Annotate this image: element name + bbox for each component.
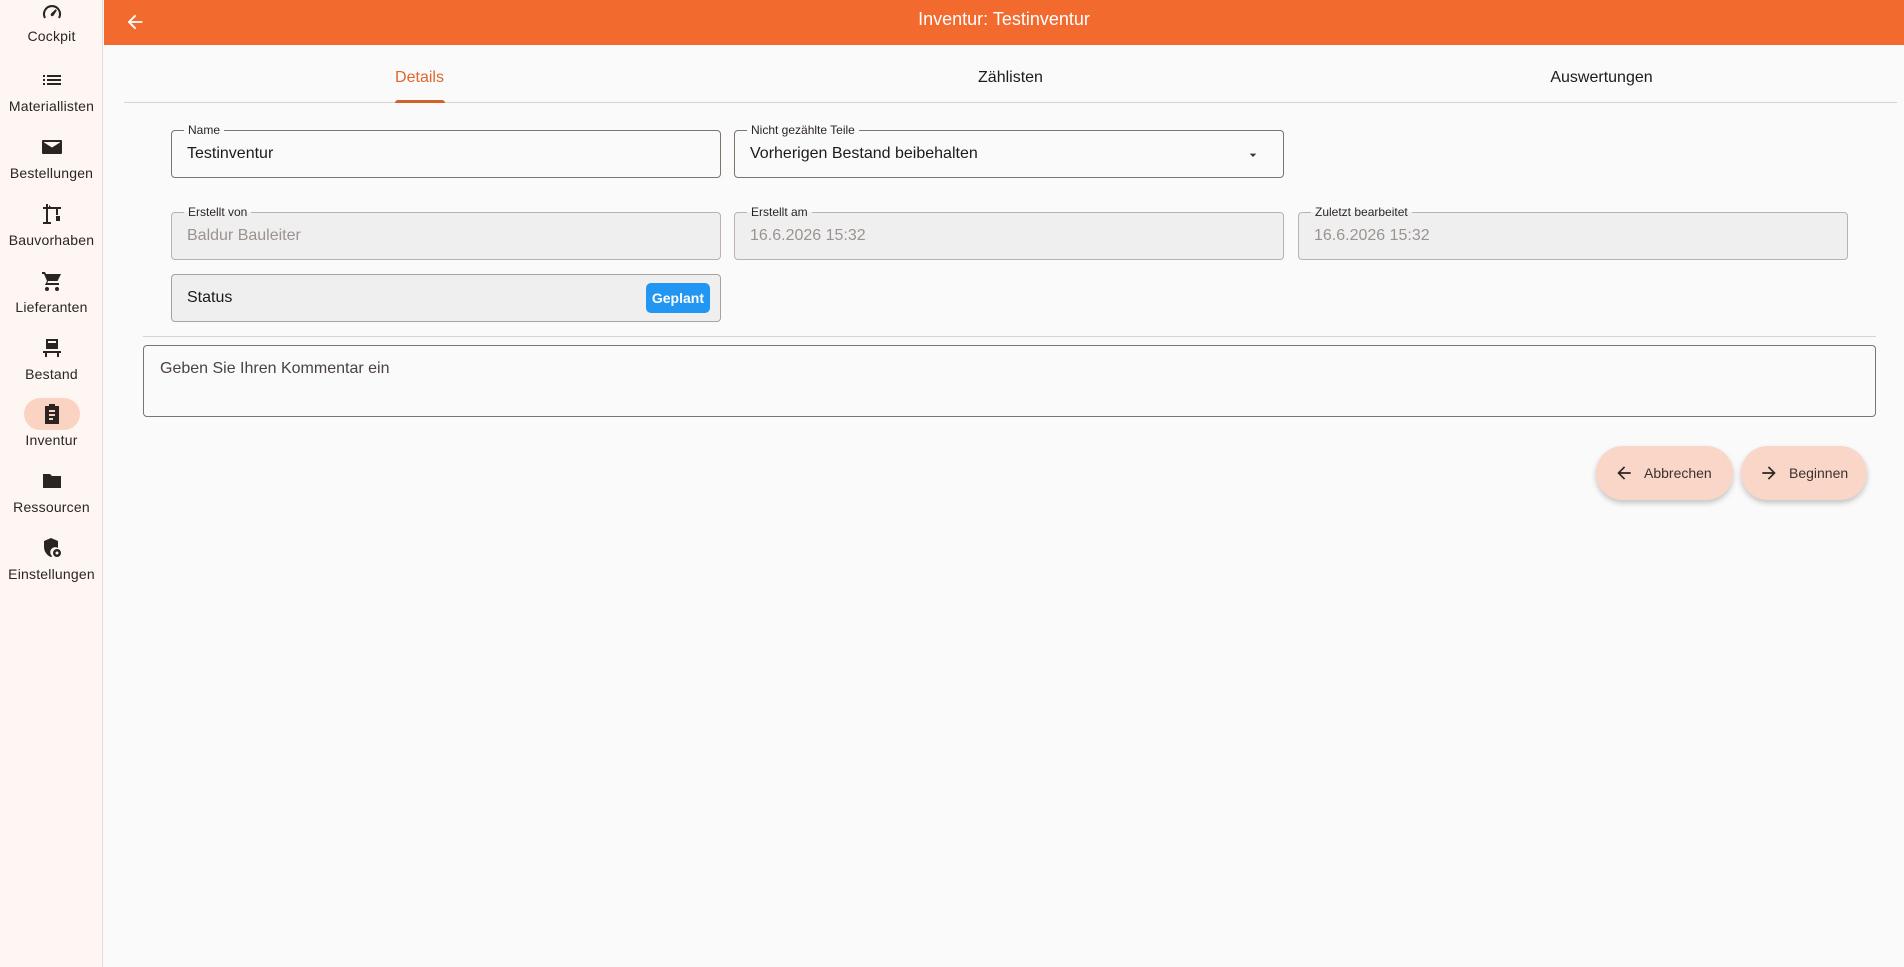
tab-label: Auswertungen: [1550, 69, 1653, 86]
field-value: Testinventur: [187, 145, 274, 162]
start-label: Beginnen: [1789, 465, 1849, 481]
shield-gear-icon: [24, 532, 80, 564]
nav-item-bestand[interactable]: Bestand: [0, 332, 103, 399]
arrow-left-icon: [1617, 466, 1631, 480]
comment-input[interactable]: Geben Sie Ihren Kommentar ein: [143, 345, 1876, 417]
name-field[interactable]: Name Testinventur: [171, 123, 721, 178]
field-label: Erstellt von: [184, 205, 252, 219]
page-title: Inventur: Testinventur: [918, 9, 1090, 29]
tab-label: Details: [395, 69, 444, 86]
tab-zaehlisten[interactable]: Zählisten: [715, 57, 1306, 102]
mail-icon: [24, 131, 80, 163]
cancel-button[interactable]: Abbrechen: [1596, 446, 1733, 500]
nav-item-inventur[interactable]: Inventur: [0, 398, 103, 465]
folder-icon: [24, 465, 80, 497]
field-label: Name: [184, 123, 225, 137]
nav-label: Bestand: [25, 366, 78, 382]
nav-label: Bestellungen: [9, 165, 94, 181]
nav-item-lieferanten[interactable]: Lieferanten: [0, 265, 103, 332]
uncounted-parts-select[interactable]: Nicht gezählte Teile Vorherigen Bestand …: [734, 123, 1284, 178]
field-value: 16.6.2026 15:32: [750, 227, 866, 244]
app-bar: Inventur: Testinventur: [104, 0, 1904, 45]
crane-icon: [24, 198, 80, 230]
nav-label: Ressourcen: [13, 499, 90, 515]
created-at-field: Erstellt am 16.6.2026 15:32: [734, 205, 1284, 260]
field-value: 16.6.2026 15:32: [1314, 227, 1430, 244]
status-field: Status Geplant: [171, 274, 721, 322]
field-value: Baldur Bauleiter: [187, 227, 301, 244]
field-value: Vorherigen Bestand beibehalten: [750, 145, 978, 162]
divider: [143, 336, 1876, 337]
arrow-right-icon: [1762, 466, 1776, 480]
tab-bar: Details Zählisten Auswertungen: [124, 57, 1897, 103]
pallet-icon: [24, 332, 80, 364]
nav-item-bestellungen[interactable]: Bestellungen: [0, 131, 103, 198]
nav-label: Lieferanten: [15, 299, 88, 315]
tab-details[interactable]: Details: [124, 57, 715, 103]
field-label: Erstellt am: [747, 205, 812, 219]
speedometer-icon: [24, 0, 80, 26]
nav-item-cockpit[interactable]: Cockpit: [0, 0, 103, 67]
tab-indicator: [394, 100, 445, 103]
cart-icon: [24, 265, 80, 297]
nav-item-materiallisten[interactable]: Materiallisten: [0, 64, 103, 131]
status-label: Status: [187, 289, 233, 306]
navigation-rail: Cockpit Materiallisten Bestellungen Bauv…: [0, 0, 103, 967]
nav-label: Einstellungen: [8, 566, 95, 582]
nav-item-einstellungen[interactable]: Einstellungen: [0, 532, 103, 599]
dropdown-arrow-icon: [1245, 147, 1261, 163]
field-label: Zuletzt bearbeitet: [1311, 205, 1412, 219]
tab-auswertungen[interactable]: Auswertungen: [1306, 57, 1897, 102]
tab-label: Zählisten: [978, 69, 1043, 86]
field-label: Nicht gezählte Teile: [747, 123, 859, 137]
nav-label: Cockpit: [27, 28, 76, 44]
nav-item-bauvorhaben[interactable]: Bauvorhaben: [0, 198, 103, 265]
nav-label: Materiallisten: [8, 98, 95, 114]
list-icon: [24, 64, 80, 96]
nav-label: Inventur: [25, 432, 78, 448]
start-button[interactable]: Beginnen: [1741, 446, 1867, 500]
nav-item-ressourcen[interactable]: Ressourcen: [0, 465, 103, 532]
nav-label: Bauvorhaben: [8, 232, 95, 248]
status-badge: Geplant: [645, 283, 710, 313]
cancel-label: Abbrechen: [1644, 465, 1712, 481]
edited-at-field: Zuletzt bearbeitet 16.6.2026 15:32: [1298, 205, 1848, 260]
created-by-field: Erstellt von Baldur Bauleiter: [171, 205, 721, 260]
comment-placeholder: Geben Sie Ihren Kommentar ein: [160, 360, 390, 377]
clipboard-icon: [23, 398, 80, 430]
